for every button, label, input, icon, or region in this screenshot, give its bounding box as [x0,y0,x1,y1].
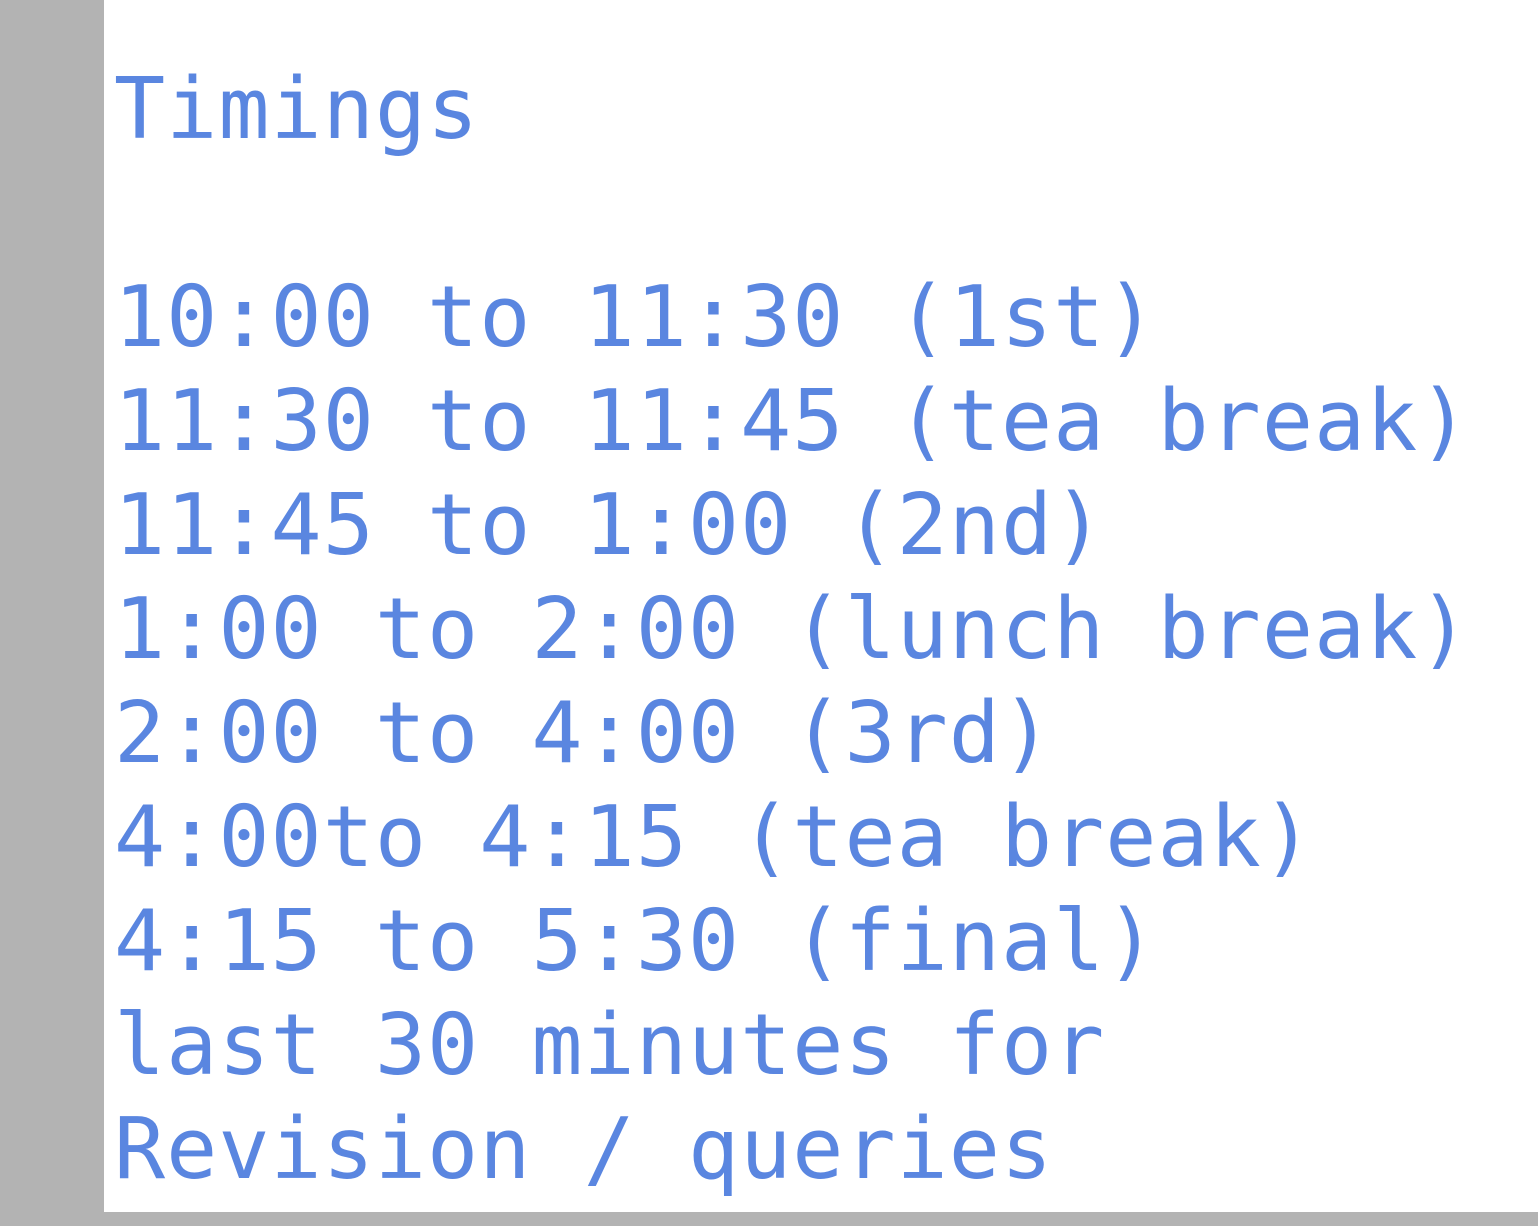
schedule-line-7: 4:15 to 5:30 (final) [114,892,1158,991]
note-page: Timings 10:00 to 11:30 (1st) 11:30 to 11… [104,0,1538,1212]
schedule-line-2: 11:30 to 11:45 (tea break) [114,372,1471,471]
schedule-line-3: 11:45 to 1:00 (2nd) [114,476,1106,575]
schedule-line-4: 1:00 to 2:00 (lunch break) [114,580,1471,679]
note-title: Timings [114,60,480,159]
schedule-line-6: 4:00to 4:15 (tea break) [114,788,1315,887]
note-line-2: Revision / queries [114,1100,1054,1199]
schedule-line-5: 2:00 to 4:00 (3rd) [114,684,1054,783]
schedule-line-1: 10:00 to 11:30 (1st) [114,268,1158,367]
note-line-1: last 30 minutes for [114,996,1106,1095]
